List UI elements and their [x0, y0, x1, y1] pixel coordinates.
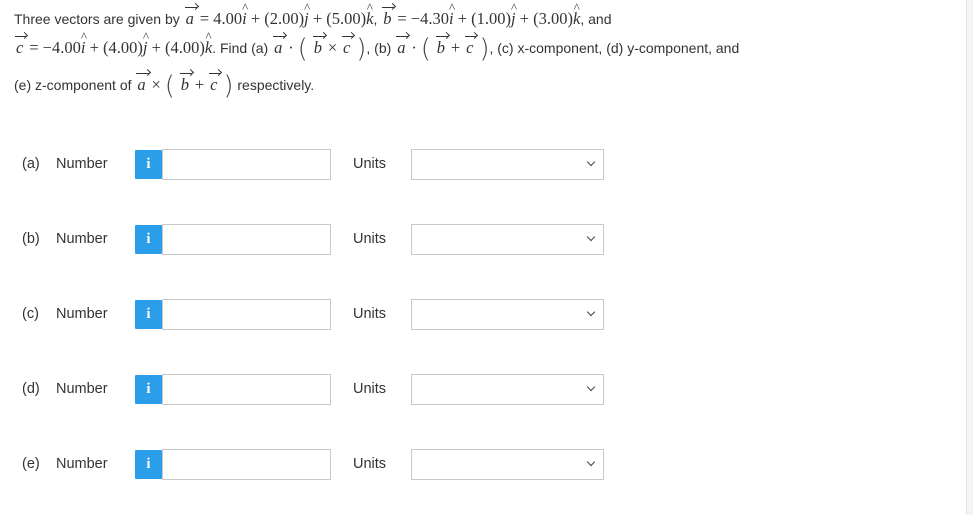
units-select-a[interactable]	[411, 149, 604, 180]
question-intro: Three vectors are given by	[14, 11, 180, 27]
vector-b-symbol: b	[381, 4, 395, 33]
row-label: (e) Number	[22, 456, 108, 472]
chevron-down-icon	[586, 157, 596, 167]
number-input-c[interactable]	[162, 299, 331, 330]
answer-row-a: (a) Number i Units	[22, 148, 612, 182]
question-line-2: c = −4.00i + (4.00)j + (4.00)k. Find (a)…	[14, 22, 964, 64]
number-input-e[interactable]	[162, 449, 331, 480]
answer-row-c: (c) Number i Units	[22, 298, 612, 332]
vector-a-symbol: a	[184, 4, 198, 33]
units-label: Units	[353, 156, 387, 172]
units-select-d[interactable]	[411, 374, 604, 405]
question-line-3: (e) z-component of a × ( b + c ) respect…	[14, 71, 315, 101]
units-select-c[interactable]	[411, 299, 604, 330]
vector-c-symbol: c	[14, 33, 27, 62]
question-line-1: Three vectors are given by a = 4.00i + (…	[14, 0, 964, 33]
units-label: Units	[353, 306, 387, 322]
number-input-a[interactable]	[162, 149, 331, 180]
chevron-down-icon	[586, 457, 596, 467]
row-label: (c) Number	[22, 306, 108, 322]
number-input-d[interactable]	[162, 374, 331, 405]
answer-row-e: (e) Number i Units	[22, 448, 612, 482]
units-label: Units	[353, 381, 387, 397]
units-select-b[interactable]	[411, 224, 604, 255]
number-input-b[interactable]	[162, 224, 331, 255]
row-label: (a) Number	[22, 156, 108, 172]
chevron-down-icon	[586, 382, 596, 392]
answer-row-d: (d) Number i Units	[22, 373, 612, 407]
info-icon[interactable]: i	[135, 150, 162, 179]
chevron-down-icon	[586, 232, 596, 242]
row-label: (b) Number	[22, 231, 108, 247]
info-icon[interactable]: i	[135, 375, 162, 404]
units-label: Units	[353, 456, 387, 472]
units-label: Units	[353, 231, 387, 247]
units-select-e[interactable]	[411, 449, 604, 480]
row-label: (d) Number	[22, 381, 108, 397]
answer-row-b: (b) Number i Units	[22, 223, 612, 257]
info-icon[interactable]: i	[135, 450, 162, 479]
chevron-down-icon	[586, 307, 596, 317]
info-icon[interactable]: i	[135, 225, 162, 254]
question-text: Three vectors are given by a = 4.00i + (…	[14, 0, 964, 101]
scrollbar[interactable]	[966, 0, 973, 515]
info-icon[interactable]: i	[135, 300, 162, 329]
